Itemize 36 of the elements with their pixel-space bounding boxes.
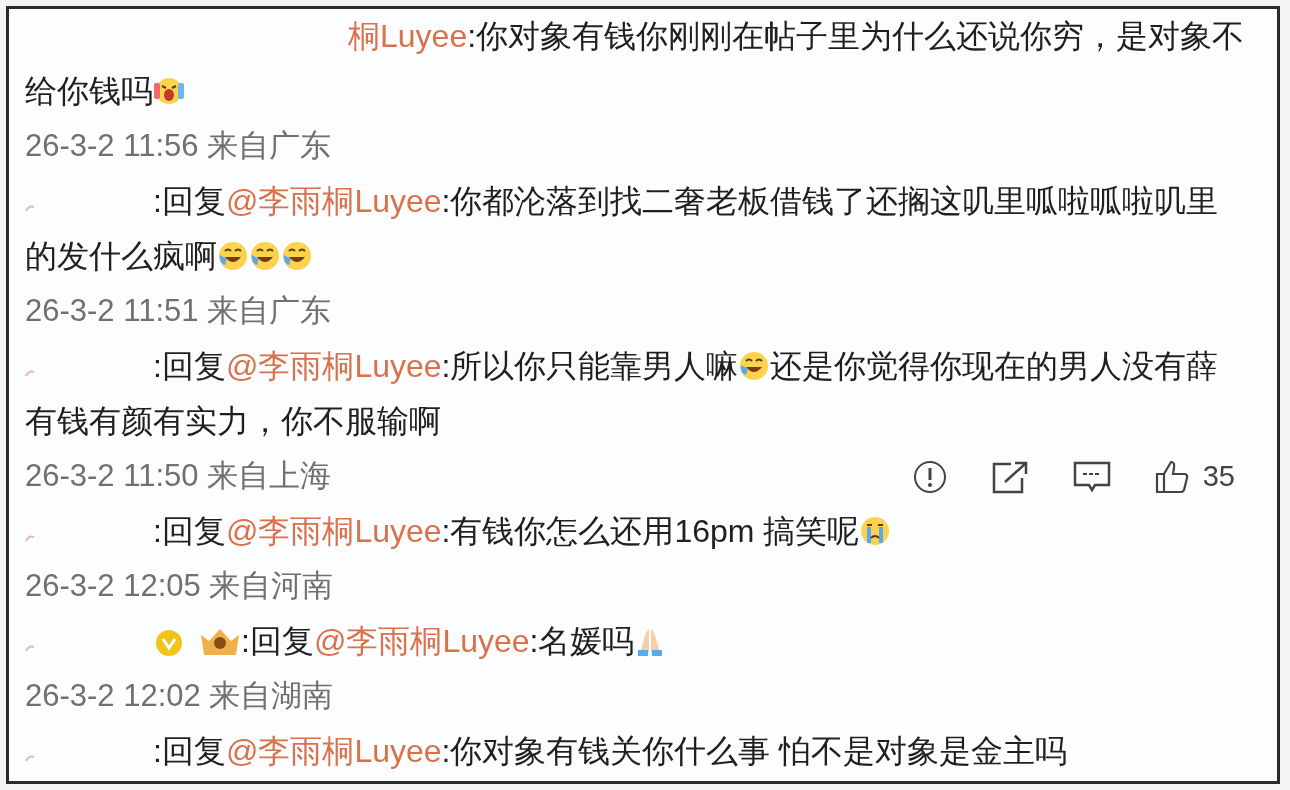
tears-of-joy-face-icon bbox=[738, 350, 771, 382]
tears-of-joy-face-icon bbox=[249, 240, 281, 272]
redaction-mark bbox=[25, 754, 35, 762]
comment-text: 桐Luyee:你对象有钱你刚刚在帖子里为什么还说你穷，是对象不给你钱吗 bbox=[25, 17, 1246, 111]
mention-link[interactable]: @李雨桐Luyee bbox=[225, 513, 442, 549]
comment-text: :回复@李雨桐Luyee:名媛吗 bbox=[25, 614, 1247, 669]
crying-face-icon bbox=[859, 515, 892, 547]
username-link[interactable]: 桐Luyee bbox=[348, 18, 468, 54]
mention-link[interactable]: @李雨桐Luyee bbox=[225, 183, 442, 219]
share-button[interactable] bbox=[990, 459, 1029, 494]
comment-meta: 26-3-2 12:05 来自河南 bbox=[25, 567, 334, 606]
tears-of-joy-face-icon bbox=[217, 240, 249, 272]
comment-text: :回复@李雨桐Luyee:你对象有钱关你什么事 怕不是对象是金主吗 bbox=[25, 724, 1247, 779]
tears-of-joy-face-icon bbox=[281, 240, 313, 272]
share-icon bbox=[990, 459, 1029, 494]
like-button[interactable]: 35 bbox=[1154, 454, 1235, 499]
redaction-mark bbox=[25, 644, 35, 652]
redaction-mark bbox=[25, 534, 35, 542]
redaction-mark bbox=[25, 369, 35, 377]
comment-meta: 26-3-2 11:51 来自广东 bbox=[25, 292, 332, 331]
screaming-face-icon bbox=[153, 75, 185, 107]
comment-icon bbox=[1072, 459, 1111, 494]
mention-link[interactable]: @李雨桐Luyee bbox=[225, 733, 442, 769]
comment-meta: 26-3-2 12:02 来自湖南 bbox=[25, 677, 334, 716]
comment-text: :回复@李雨桐Luyee:所以你只能靠男人嘛 还是你觉得你现在的男人没有薛有钱有颜有实力，你不服输啊 bbox=[25, 347, 1220, 441]
comment-meta: 26-3-2 11:50 来自上海 bbox=[25, 457, 332, 496]
comment-text: :回复@李雨桐Luyee:有钱你怎么还用16pm 搞笑呢 bbox=[25, 504, 1247, 559]
redaction-mark bbox=[25, 204, 35, 212]
comment-text: :回复@李雨桐Luyee:你都沦落到找二奢老板借钱了还搁这叽里呱啦呱啦叽里的发什么疯啊 bbox=[25, 182, 1220, 276]
report-button[interactable] bbox=[912, 459, 947, 494]
mention-link[interactable]: @李雨桐Luyee bbox=[225, 348, 442, 384]
report-icon bbox=[912, 459, 947, 494]
thumbs-up-icon bbox=[1154, 459, 1189, 494]
mention-link[interactable]: @李雨桐Luyee bbox=[313, 623, 530, 659]
comment-button[interactable] bbox=[1072, 459, 1111, 494]
comment-meta: 26-3-2 11:56 来自广东 bbox=[25, 127, 332, 166]
